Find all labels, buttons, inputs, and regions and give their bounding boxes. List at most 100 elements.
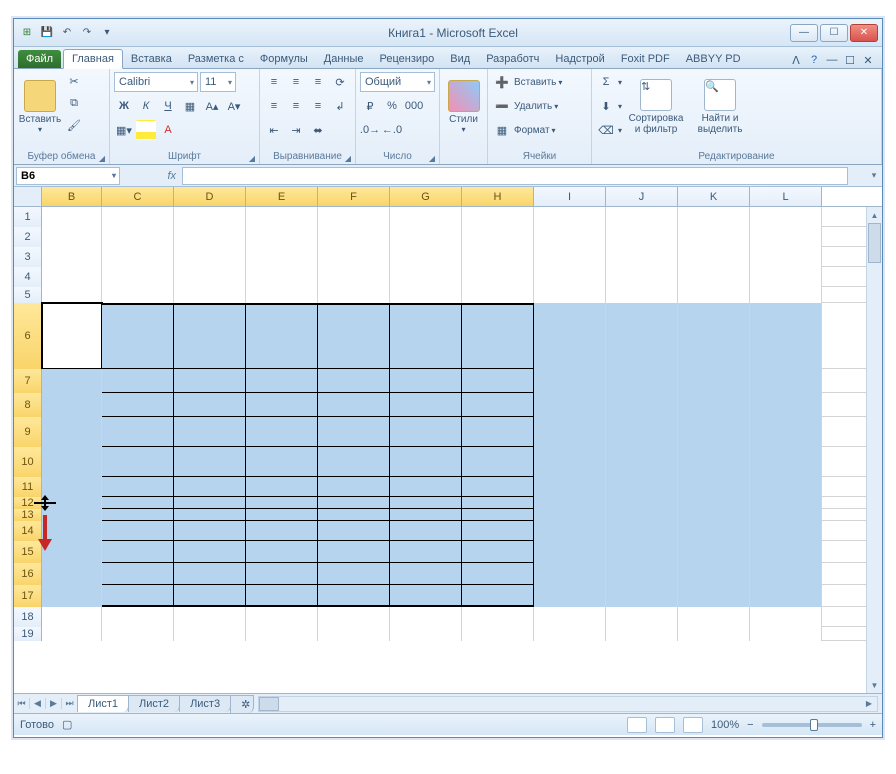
cell-H13[interactable]: [462, 509, 534, 521]
cell-C9[interactable]: [102, 417, 174, 447]
number-format-combo[interactable]: Общий: [360, 72, 435, 92]
align-left-button[interactable]: ≡: [264, 96, 284, 116]
cell-I19[interactable]: [534, 627, 606, 641]
cell-E11[interactable]: [246, 477, 318, 497]
decrease-decimal-button[interactable]: ←.0: [382, 120, 402, 140]
sheet-prev-icon[interactable]: ◀: [30, 698, 46, 709]
page-layout-view-button[interactable]: [655, 717, 675, 733]
scroll-down-icon[interactable]: ▼: [867, 677, 882, 693]
increase-font-button[interactable]: A▴: [202, 96, 222, 116]
cell-E6[interactable]: [246, 303, 318, 369]
cell-K14[interactable]: [678, 521, 750, 541]
cell-B1[interactable]: [42, 207, 102, 227]
cell-J1[interactable]: [606, 207, 678, 227]
cell-B10[interactable]: [42, 447, 102, 477]
cell-D19[interactable]: [174, 627, 246, 641]
cell-C6[interactable]: [102, 303, 174, 369]
cell-I12[interactable]: [534, 497, 606, 509]
cell-L5[interactable]: [750, 287, 822, 303]
cell-D11[interactable]: [174, 477, 246, 497]
cell-B11[interactable]: [42, 477, 102, 497]
cell-L16[interactable]: [750, 563, 822, 585]
comma-button[interactable]: 000: [404, 96, 424, 116]
cell-G7[interactable]: [390, 369, 462, 393]
cell-I11[interactable]: [534, 477, 606, 497]
cell-G8[interactable]: [390, 393, 462, 417]
font-name-combo[interactable]: Calibri: [114, 72, 198, 92]
cell-G17[interactable]: [390, 585, 462, 607]
clear-button[interactable]: ⌫: [596, 120, 616, 140]
cell-E14[interactable]: [246, 521, 318, 541]
cell-G19[interactable]: [390, 627, 462, 641]
column-header-L[interactable]: L: [750, 187, 822, 206]
sheet-last-icon[interactable]: ⏭: [62, 698, 78, 709]
cell-I18[interactable]: [534, 607, 606, 627]
cell-G16[interactable]: [390, 563, 462, 585]
cell-L8[interactable]: [750, 393, 822, 417]
redo-button[interactable]: ↷: [78, 24, 96, 42]
cell-B3[interactable]: [42, 247, 102, 267]
cell-E3[interactable]: [246, 247, 318, 267]
align-right-button[interactable]: ≡: [308, 96, 328, 116]
page-break-view-button[interactable]: [683, 717, 703, 733]
row-header-19[interactable]: 19: [14, 627, 42, 641]
cell-F16[interactable]: [318, 563, 390, 585]
cell-H19[interactable]: [462, 627, 534, 641]
cell-D1[interactable]: [174, 207, 246, 227]
tab-review[interactable]: Рецензиро: [372, 50, 443, 68]
cell-B14[interactable]: [42, 521, 102, 541]
cell-I16[interactable]: [534, 563, 606, 585]
cell-H17[interactable]: [462, 585, 534, 607]
font-launcher[interactable]: ◢: [249, 154, 255, 163]
cell-D15[interactable]: [174, 541, 246, 563]
cell-L14[interactable]: [750, 521, 822, 541]
alignment-launcher[interactable]: ◢: [345, 154, 351, 163]
percent-button[interactable]: %: [382, 96, 402, 116]
cell-J17[interactable]: [606, 585, 678, 607]
cell-F13[interactable]: [318, 509, 390, 521]
formula-input[interactable]: [182, 167, 848, 185]
align-middle-button[interactable]: ≡: [286, 72, 306, 92]
cell-D6[interactable]: [174, 303, 246, 369]
cell-C17[interactable]: [102, 585, 174, 607]
qat-customize[interactable]: ▾: [98, 24, 116, 42]
cell-G4[interactable]: [390, 267, 462, 287]
worksheet-grid[interactable]: BCDEFGHIJKL 1234567891011121314151617181…: [14, 187, 882, 693]
cell-J13[interactable]: [606, 509, 678, 521]
cell-D8[interactable]: [174, 393, 246, 417]
cell-L18[interactable]: [750, 607, 822, 627]
cell-C11[interactable]: [102, 477, 174, 497]
cell-J6[interactable]: [606, 303, 678, 369]
zoom-thumb[interactable]: [810, 719, 818, 731]
cell-L7[interactable]: [750, 369, 822, 393]
column-header-J[interactable]: J: [606, 187, 678, 206]
cell-K4[interactable]: [678, 267, 750, 287]
help-icon[interactable]: ?: [806, 52, 822, 68]
row-header-5[interactable]: 5: [14, 287, 42, 303]
orientation-button[interactable]: ⟳: [330, 72, 350, 92]
cell-G12[interactable]: [390, 497, 462, 509]
scroll-up-icon[interactable]: ▲: [867, 207, 882, 223]
cell-H1[interactable]: [462, 207, 534, 227]
cell-G14[interactable]: [390, 521, 462, 541]
cell-B5[interactable]: [42, 287, 102, 303]
cell-C8[interactable]: [102, 393, 174, 417]
cell-E9[interactable]: [246, 417, 318, 447]
vscroll-thumb[interactable]: [868, 223, 881, 263]
cell-B16[interactable]: [42, 563, 102, 585]
cell-C3[interactable]: [102, 247, 174, 267]
cell-D12[interactable]: [174, 497, 246, 509]
excel-icon[interactable]: ⊞: [18, 24, 36, 42]
cell-B15[interactable]: [42, 541, 102, 563]
column-header-K[interactable]: K: [678, 187, 750, 206]
sheet-tab-3[interactable]: Лист3: [179, 695, 231, 712]
cell-G9[interactable]: [390, 417, 462, 447]
fx-label[interactable]: fx: [122, 170, 182, 182]
cell-C13[interactable]: [102, 509, 174, 521]
tab-insert[interactable]: Вставка: [123, 50, 180, 68]
cell-G1[interactable]: [390, 207, 462, 227]
cell-J15[interactable]: [606, 541, 678, 563]
cell-K17[interactable]: [678, 585, 750, 607]
cell-F10[interactable]: [318, 447, 390, 477]
cell-E4[interactable]: [246, 267, 318, 287]
